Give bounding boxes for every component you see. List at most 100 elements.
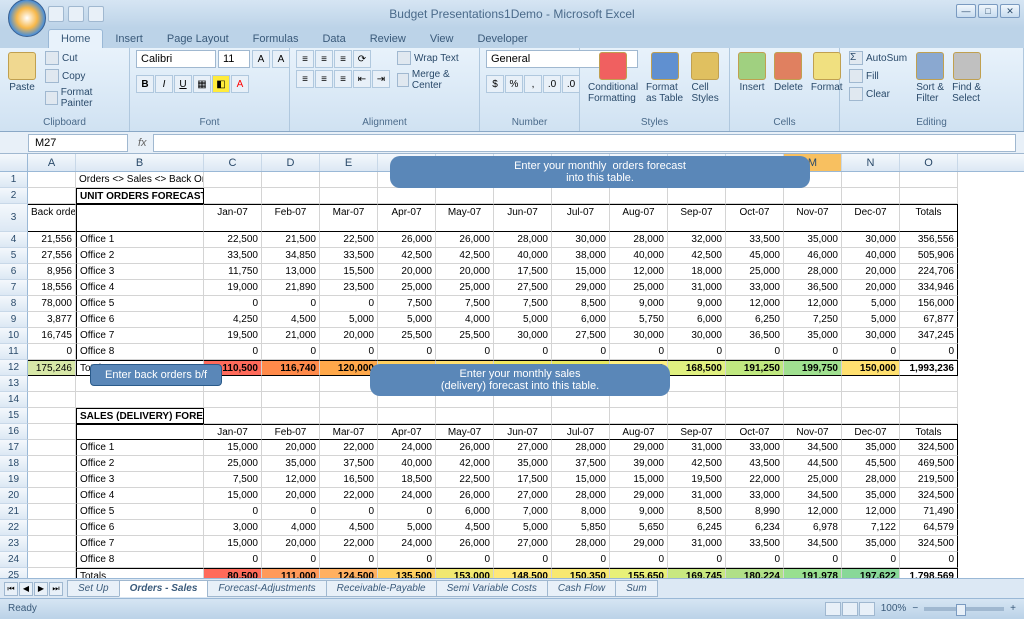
cell[interactable]: Apr-07 (378, 204, 436, 232)
ribbon-tab-formulas[interactable]: Formulas (241, 30, 311, 48)
cell[interactable]: Office 8 (76, 552, 204, 568)
cell[interactable]: 16,500 (320, 472, 378, 488)
cell[interactable]: 34,500 (784, 488, 842, 504)
cell[interactable]: 0 (726, 552, 784, 568)
cell[interactable]: 35,000 (784, 328, 842, 344)
cell[interactable]: 5,000 (378, 312, 436, 328)
cell[interactable]: 22,500 (204, 232, 262, 248)
cell[interactable]: Orders <> Sales <> Back Orders (Units) (76, 172, 204, 188)
cell[interactable]: 33,500 (726, 232, 784, 248)
cell[interactable]: 44,500 (784, 456, 842, 472)
cell[interactable]: 7,500 (204, 472, 262, 488)
cell[interactable]: 0 (436, 552, 494, 568)
cell[interactable]: 37,500 (552, 456, 610, 472)
cell[interactable]: 30,000 (842, 328, 900, 344)
cell[interactable]: 30,000 (552, 232, 610, 248)
column-header-N[interactable]: N (842, 154, 900, 171)
tab-prev-icon[interactable]: ◀ (19, 582, 33, 596)
column-header-D[interactable]: D (262, 154, 320, 171)
cell[interactable]: 27,556 (28, 248, 76, 264)
cell[interactable]: 0 (610, 552, 668, 568)
cell[interactable] (784, 392, 842, 408)
align-middle-icon[interactable]: ≡ (315, 50, 333, 68)
cell[interactable]: 21,890 (262, 280, 320, 296)
row-header-20[interactable]: 20 (0, 488, 28, 504)
cell[interactable]: 8,956 (28, 264, 76, 280)
cell[interactable] (726, 188, 784, 204)
cell[interactable] (28, 172, 76, 188)
border-button[interactable]: ▦ (193, 75, 211, 93)
cell[interactable]: 31,000 (668, 440, 726, 456)
cell[interactable]: 4,000 (436, 312, 494, 328)
cell[interactable]: 0 (436, 344, 494, 360)
cell[interactable]: 0 (726, 344, 784, 360)
cell[interactable] (28, 504, 76, 520)
cell[interactable]: 17,500 (494, 472, 552, 488)
cell[interactable]: 20,000 (320, 328, 378, 344)
row-header-3[interactable]: 3 (0, 204, 28, 232)
decrease-decimal-icon[interactable]: .0 (562, 75, 580, 93)
wrap-text-button[interactable]: Wrap Text (394, 50, 473, 66)
cell[interactable]: 30,000 (842, 232, 900, 248)
cell[interactable]: 1,993,236 (900, 360, 958, 376)
cell[interactable] (378, 188, 436, 204)
cell[interactable] (320, 188, 378, 204)
cell[interactable]: 124,500 (320, 568, 378, 578)
cell[interactable]: 34,500 (784, 440, 842, 456)
cell[interactable]: 12,000 (784, 296, 842, 312)
cell[interactable]: 23,500 (320, 280, 378, 296)
cell[interactable]: 19,000 (204, 280, 262, 296)
cell[interactable]: Mar-07 (320, 204, 378, 232)
cell[interactable] (204, 172, 262, 188)
cell[interactable]: 21,500 (262, 232, 320, 248)
cell[interactable]: 19,500 (204, 328, 262, 344)
cell[interactable]: 5,000 (494, 312, 552, 328)
copy-button[interactable]: Copy (42, 68, 123, 84)
cell[interactable]: 24,000 (378, 536, 436, 552)
cell[interactable]: 25,000 (204, 456, 262, 472)
cell[interactable]: 0 (900, 552, 958, 568)
cell[interactable]: 40,000 (842, 248, 900, 264)
cell[interactable]: 22,000 (726, 472, 784, 488)
cell[interactable]: 24,000 (378, 440, 436, 456)
cell[interactable]: 505,906 (900, 248, 958, 264)
cell[interactable]: 0 (552, 552, 610, 568)
formula-bar[interactable] (153, 134, 1016, 152)
cell[interactable]: 38,000 (552, 248, 610, 264)
cell[interactable]: Dec-07 (842, 424, 900, 440)
cell[interactable]: 36,500 (784, 280, 842, 296)
cell[interactable]: May-07 (436, 424, 494, 440)
cell[interactable]: 6,234 (726, 520, 784, 536)
cell[interactable] (842, 376, 900, 392)
cell[interactable]: Office 4 (76, 488, 204, 504)
ribbon-tab-home[interactable]: Home (48, 29, 103, 48)
delete-cells-button[interactable]: Delete (772, 50, 805, 95)
cell[interactable]: 15,500 (320, 264, 378, 280)
cell[interactable] (28, 552, 76, 568)
cell[interactable]: 197,622 (842, 568, 900, 578)
cell[interactable]: Totals (900, 204, 958, 232)
cell[interactable]: 324,500 (900, 488, 958, 504)
cell[interactable]: 32,000 (668, 232, 726, 248)
cell[interactable] (668, 188, 726, 204)
sheet-tab-receivable-payable[interactable]: Receivable-Payable (326, 580, 437, 597)
cell[interactable]: 37,500 (320, 456, 378, 472)
cell[interactable]: 6,245 (668, 520, 726, 536)
cell[interactable]: 33,000 (726, 440, 784, 456)
decrease-indent-icon[interactable]: ⇤ (353, 70, 371, 88)
cell[interactable]: 35,000 (842, 488, 900, 504)
cell[interactable]: 39,000 (610, 456, 668, 472)
cell[interactable]: 35,000 (784, 232, 842, 248)
cell[interactable] (262, 392, 320, 408)
row-header-1[interactable]: 1 (0, 172, 28, 188)
qat-redo-icon[interactable] (88, 6, 104, 22)
sort-filter-button[interactable]: Sort & Filter (914, 50, 946, 106)
cell[interactable]: Sep-07 (668, 204, 726, 232)
decrease-font-icon[interactable]: A (272, 50, 290, 68)
increase-font-icon[interactable]: A (252, 50, 270, 68)
cell[interactable]: 26,000 (378, 232, 436, 248)
cell[interactable]: 0 (262, 504, 320, 520)
cell[interactable]: Office 7 (76, 536, 204, 552)
cell[interactable] (28, 456, 76, 472)
cell[interactable]: Jun-07 (494, 204, 552, 232)
